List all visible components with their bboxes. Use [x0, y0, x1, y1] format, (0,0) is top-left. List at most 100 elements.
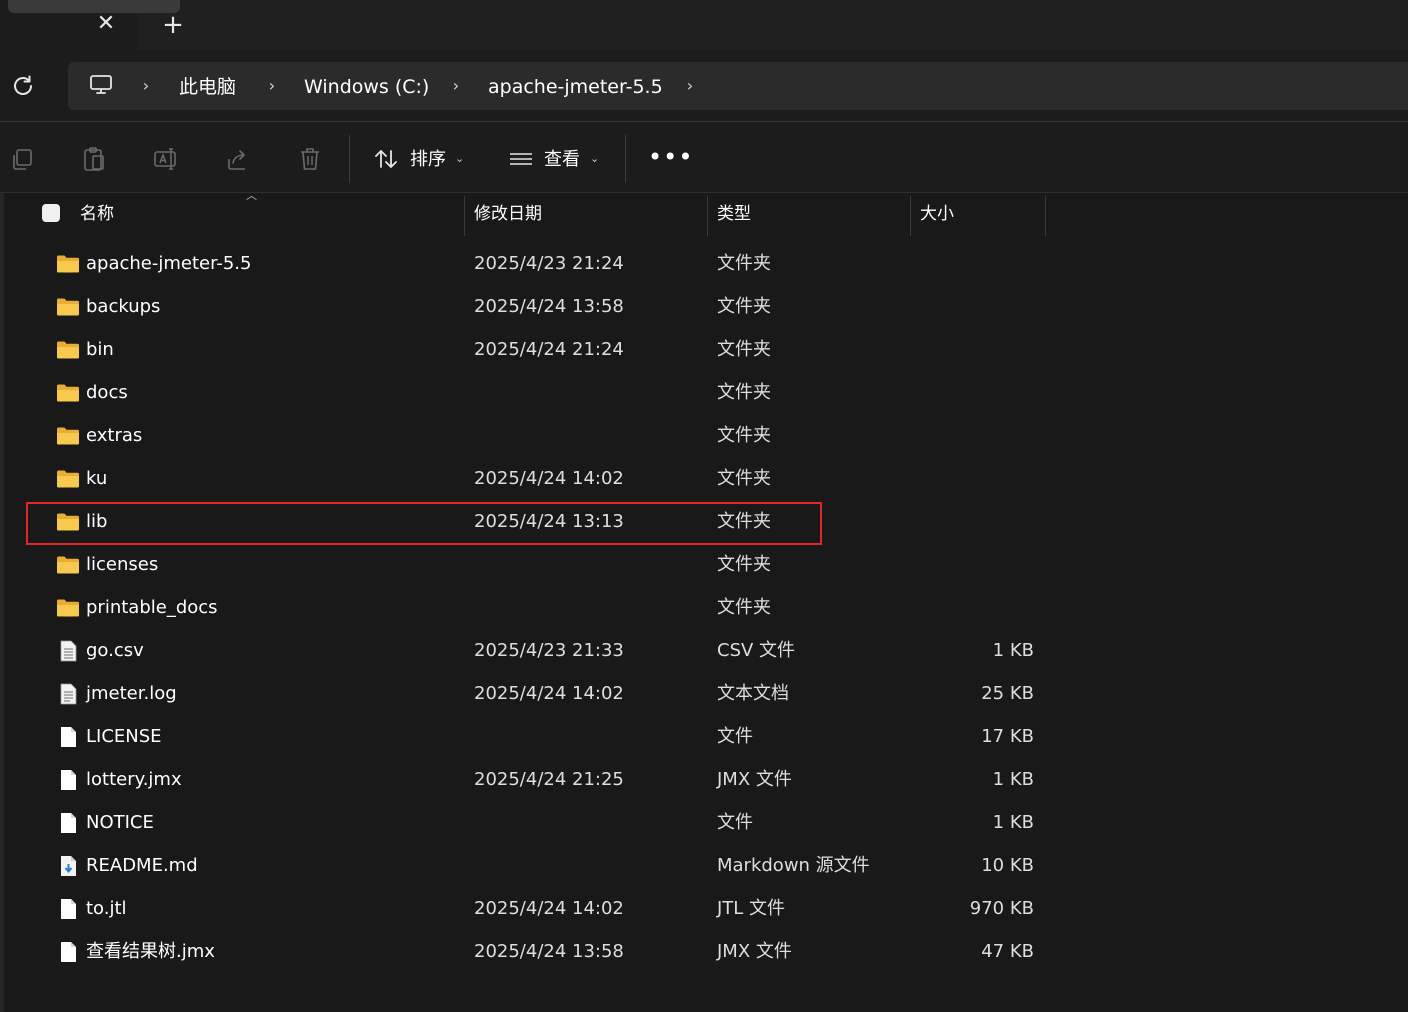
file-name: backups	[86, 296, 161, 317]
file-row[interactable]: 查看结果树.jmx 2025/4/24 13:58 JMX 文件 47 KB	[0, 930, 1408, 973]
breadcrumb-separator[interactable]: ›	[449, 75, 463, 97]
file-name: go.csv	[86, 640, 144, 661]
file-row[interactable]: go.csv 2025/4/23 21:33 CSV 文件 1 KB	[0, 629, 1408, 672]
file-name: extras	[86, 425, 143, 446]
folder-icon	[57, 255, 79, 273]
file-size	[920, 414, 1034, 457]
sort-ascending-icon: ︿	[246, 189, 257, 202]
file-type: Markdown 源文件	[717, 855, 870, 876]
file-size	[920, 328, 1034, 371]
view-list-icon[interactable]	[508, 145, 534, 173]
file-name: README.md	[86, 855, 198, 876]
file-row[interactable]: bin 2025/4/24 21:24 文件夹	[0, 328, 1408, 371]
toolbar-separator	[349, 135, 350, 183]
file-type: 文件夹	[717, 382, 771, 403]
toolbar-separator	[625, 135, 626, 183]
file-name: NOTICE	[86, 812, 154, 833]
file-row[interactable]: licenses 文件夹	[0, 543, 1408, 586]
file-type: 文件夹	[717, 468, 771, 489]
column-divider[interactable]	[464, 196, 465, 236]
file-icon	[61, 899, 76, 919]
breadcrumb-separator[interactable]: ›	[683, 75, 697, 97]
file-row[interactable]: extras 文件夹	[0, 414, 1408, 457]
file-type: JTL 文件	[717, 898, 786, 919]
file-row[interactable]: to.jtl 2025/4/24 14:02 JTL 文件 970 KB	[0, 887, 1408, 930]
breadcrumb-separator[interactable]: ›	[265, 75, 279, 97]
file-type: JMX 文件	[717, 941, 792, 962]
column-header-size[interactable]: 大小	[920, 196, 954, 234]
more-options-button[interactable]: •••	[648, 145, 692, 173]
breadcrumb-current-folder[interactable]: apache-jmeter-5.5	[488, 72, 663, 102]
text-file-icon	[60, 683, 77, 705]
file-icon	[61, 727, 76, 747]
file-name: docs	[86, 382, 128, 403]
markdown-file-icon	[61, 856, 76, 876]
column-header-type[interactable]: 类型	[717, 196, 751, 234]
breadcrumb-separator[interactable]: ›	[139, 75, 153, 97]
file-type: 文件	[717, 726, 753, 747]
file-size	[920, 371, 1034, 414]
refresh-icon[interactable]	[10, 73, 36, 99]
chevron-down-icon[interactable]: ⌄	[455, 152, 467, 166]
paste-icon[interactable]	[81, 145, 107, 173]
file-modified: 2025/4/24 14:02	[474, 898, 624, 919]
command-bar	[0, 122, 1408, 193]
breadcrumb-drive-c[interactable]: Windows (C:)	[304, 72, 429, 102]
rename-icon[interactable]	[153, 145, 179, 173]
select-all-checkbox[interactable]	[42, 204, 60, 222]
sort-icon[interactable]	[373, 145, 399, 173]
column-divider[interactable]	[707, 196, 708, 236]
breadcrumb-this-pc[interactable]: 此电脑	[179, 72, 236, 102]
file-row[interactable]: backups 2025/4/24 13:58 文件夹	[0, 285, 1408, 328]
file-name: apache-jmeter-5.5	[86, 253, 252, 274]
file-row[interactable]: docs 文件夹	[0, 371, 1408, 414]
file-name: licenses	[86, 554, 159, 575]
close-tab-icon[interactable]: ✕	[96, 12, 116, 36]
file-row[interactable]: printable_docs 文件夹	[0, 586, 1408, 629]
copy-icon[interactable]	[10, 145, 36, 173]
file-row[interactable]: jmeter.log 2025/4/24 14:02 文本文档 25 KB	[0, 672, 1408, 715]
file-row[interactable]: LICENSE 文件 17 KB	[0, 715, 1408, 758]
highlight-box	[26, 502, 822, 545]
csv-file-icon	[60, 640, 77, 662]
file-icon	[61, 770, 76, 790]
file-modified: 2025/4/24 13:58	[474, 296, 624, 317]
file-row[interactable]: apache-jmeter-5.5 2025/4/23 21:24 文件夹	[0, 242, 1408, 285]
folder-icon	[57, 470, 79, 488]
tab-strip	[0, 0, 1408, 50]
chevron-down-icon[interactable]: ⌄	[590, 152, 602, 166]
view-button[interactable]: 查看	[544, 145, 580, 175]
file-size	[920, 242, 1034, 285]
file-size: 47 KB	[981, 941, 1034, 962]
file-type: 文件夹	[717, 253, 771, 274]
file-type: CSV 文件	[717, 640, 796, 661]
file-type: 文件	[717, 812, 753, 833]
file-name: printable_docs	[86, 597, 218, 618]
file-name: 查看结果树.jmx	[86, 941, 215, 962]
column-divider[interactable]	[910, 196, 911, 236]
file-row[interactable]: README.md Markdown 源文件 10 KB	[0, 844, 1408, 887]
computer-icon[interactable]	[88, 72, 114, 98]
file-size: 1 KB	[992, 640, 1034, 661]
delete-icon[interactable]	[297, 145, 323, 173]
file-row[interactable]: lottery.jmx 2025/4/24 21:25 JMX 文件 1 KB	[0, 758, 1408, 801]
tab-title-area[interactable]	[8, 0, 180, 13]
file-modified: 2025/4/24 21:24	[474, 339, 624, 360]
file-modified: 2025/4/24 21:25	[474, 769, 624, 790]
file-type: JMX 文件	[717, 769, 792, 790]
sort-button[interactable]: 排序	[410, 145, 446, 175]
file-row[interactable]: NOTICE 文件 1 KB	[0, 801, 1408, 844]
folder-icon	[57, 556, 79, 574]
share-icon[interactable]	[225, 145, 251, 173]
file-icon	[61, 813, 76, 833]
column-divider[interactable]	[1045, 196, 1046, 236]
file-row[interactable]: ku 2025/4/24 14:02 文件夹	[0, 457, 1408, 500]
column-header-modified[interactable]: 修改日期	[474, 196, 542, 234]
file-size	[920, 457, 1034, 500]
file-size: 25 KB	[981, 683, 1034, 704]
new-tab-button[interactable]: +	[160, 12, 186, 38]
folder-icon	[57, 298, 79, 316]
column-header-name[interactable]: 名称	[80, 196, 114, 234]
file-type: 文件夹	[717, 339, 771, 360]
file-type: 文件夹	[717, 296, 771, 317]
